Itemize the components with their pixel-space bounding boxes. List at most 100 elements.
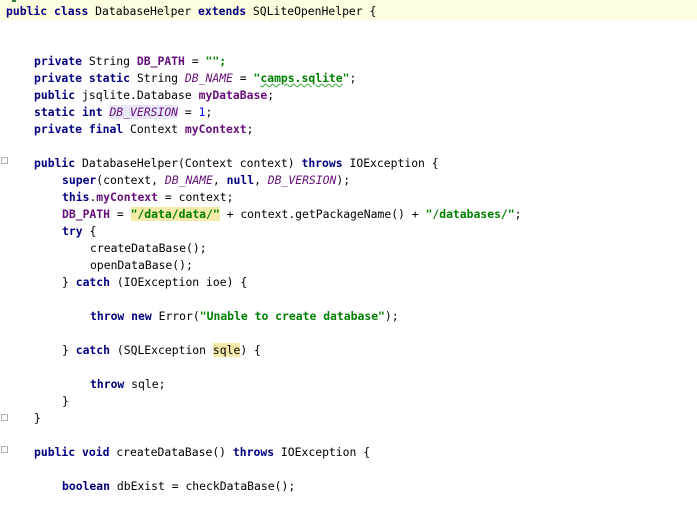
static-field-name: DB_VERSION [109,105,179,119]
semicolon: ; [205,105,213,119]
keyword: final [88,122,124,136]
catch-params: (SQLException [116,343,207,357]
static-field-ref: DB_VERSION [267,173,337,187]
keyword: new [131,309,152,323]
comma: , [254,173,261,187]
keyword: boolean [62,479,111,493]
string-literal: camps.sqlite [260,71,343,85]
code-line-super-call[interactable]: super(context, DB_NAME, null, DB_VERSION… [62,172,350,189]
code-line-db-path-assign[interactable]: DB_PATH = "/data/data/" + context.getPac… [62,206,522,223]
keyword: private [34,71,83,85]
keyword: private [34,54,83,68]
string-quote: " [342,71,350,85]
string-literal: "/databases/" [425,207,515,221]
assignment: = context; [164,190,234,204]
code-line-try[interactable]: try { [62,223,96,240]
args-open: (context, [96,173,159,187]
brace: { [89,224,97,238]
exception: IOException { [349,156,439,170]
statement: dbExist = checkDataBase(); [116,479,296,493]
keyword: void [82,445,110,459]
operator: = [191,54,199,68]
keyword: static [34,105,76,119]
code-line-close-constructor[interactable]: } [34,410,41,427]
throw-target: sqle; [131,377,166,391]
brace: } [62,275,69,289]
fold-toggle-icon[interactable] [1,414,8,421]
comma: , [212,173,220,187]
type: jsqlite.Database [82,88,192,102]
paren-close: ) { [240,343,261,357]
keyword: int [82,105,103,119]
method-call: openDataBase(); [90,258,193,272]
semicolon: ; [246,122,254,136]
code-line-create-method[interactable]: public void createDataBase() throws IOEx… [34,444,370,461]
code-line-throw-sqle[interactable]: throw sqle; [90,376,165,393]
keyword: throws [232,445,275,459]
operator: = [116,207,124,221]
code-line-db-path[interactable]: private String DB_PATH = ""; [34,53,226,70]
code-line-this-assign[interactable]: this.myContext = context; [62,189,233,206]
keyword: public [34,88,76,102]
field-name: myContext [184,122,247,136]
keyword: public [6,4,48,18]
catch-params: (IOException ioe) { [116,275,248,289]
field-ref: myContext [96,190,159,204]
code-line-my-context[interactable]: private final Context myContext; [34,121,254,138]
code-editor[interactable]: public class DatabaseHelper extends SQLi… [0,0,697,509]
keyword: null [226,173,255,187]
code-line-db-version[interactable]: static int DB_VERSION = 1; [34,104,212,121]
operator: = [184,105,192,119]
keyword: public [34,156,76,170]
code-line-constructor[interactable]: public DatabaseHelper(Context context) t… [34,155,439,172]
code-line-create-call[interactable]: createDataBase(); [90,240,207,257]
keyword: private [34,122,83,136]
paren-close: ); [384,309,399,323]
keyword: throw [90,309,125,323]
keyword: throws [301,156,343,170]
code-line-catch-sqle[interactable]: } catch (SQLException sqle) { [62,342,261,359]
brace: } [62,343,69,357]
brace: } [62,394,69,408]
fold-toggle-icon[interactable] [1,157,8,164]
code-line-class-declaration[interactable]: public class DatabaseHelper extends SQLi… [0,3,697,20]
keyword: try [62,224,83,238]
method-call: createDataBase(); [90,241,207,255]
string-literal: ""; [205,54,227,68]
type: Context [130,122,179,136]
string-literal: "/data/data/" [130,207,220,221]
args-close: ); [336,173,351,187]
field-name: DB_PATH [136,54,185,68]
parent-class: SQLiteOpenHelper [252,4,363,18]
code-line-catch-ioe[interactable]: } catch (IOException ioe) { [62,274,247,291]
keyword: catch [75,275,111,289]
code-line-throw-error[interactable]: throw new Error("Unable to create databa… [90,308,399,325]
operator: = [239,71,247,85]
class-name: DatabaseHelper [95,4,192,18]
exception: IOException { [280,445,371,459]
code-line-open-call[interactable]: openDataBase(); [90,257,193,274]
expression: + context.getPackageName() + [226,207,419,221]
semicolon: ; [349,71,357,85]
fold-toggle-icon[interactable] [1,446,8,453]
code-line-close-catch[interactable]: } [62,393,69,410]
keyword: class [54,4,89,18]
code-line-my-database[interactable]: public jsqlite.Database myDataBase; [34,87,274,104]
keyword: static [88,71,131,85]
signature: DatabaseHelper(Context context) [82,156,295,170]
keyword: catch [75,343,111,357]
keyword: throw [90,377,125,391]
signature: createDataBase() [116,445,227,459]
field-name: myDataBase [198,88,268,102]
code-line-db-exist[interactable]: boolean dbExist = checkDataBase(); [62,478,295,495]
static-field-name: DB_NAME [184,71,233,85]
field-ref: DB_PATH [62,207,111,221]
keyword: super [62,173,97,187]
brace: { [369,4,377,18]
type: String [88,54,131,68]
code-line-db-name[interactable]: private static String DB_NAME = "camps.s… [34,70,356,87]
semicolon: ; [267,88,275,102]
variable-highlight: sqle [212,343,241,357]
string-literal: "Unable to create database" [199,309,385,323]
keyword: extends [198,4,247,18]
